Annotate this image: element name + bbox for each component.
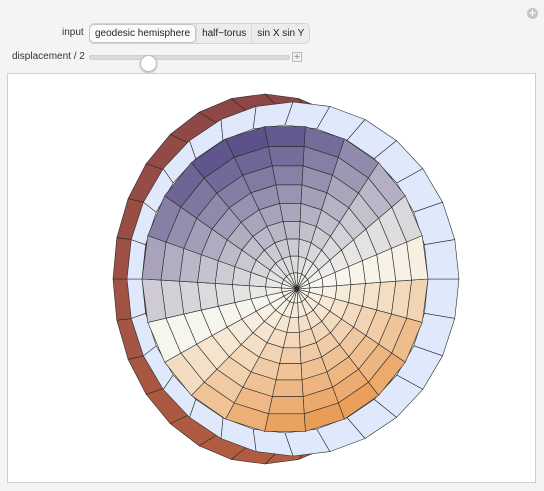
option-geodesic-hemisphere[interactable]: geodesic hemisphere [89, 24, 197, 43]
rim-band-facet [424, 278, 460, 319]
plot-panel [7, 73, 536, 483]
hemisphere-facet [264, 126, 306, 147]
input-setter-bar: geodesic hemisphere half−torus sin X sin… [89, 23, 311, 44]
hemisphere-facet [275, 363, 303, 381]
rim-band-facet [424, 239, 460, 280]
hemisphere-facet [268, 146, 305, 167]
hemisphere-facet [214, 283, 236, 307]
option-sin-x-sin-y[interactable]: sin X sin Y [251, 24, 309, 43]
hemisphere-facet [268, 396, 305, 415]
displacement-control-row: displacement / 2 + [0, 48, 544, 72]
hemisphere-facet [279, 203, 302, 222]
hemisphere-3d-plot[interactable] [8, 74, 535, 482]
slider-thumb[interactable] [139, 55, 157, 72]
displacement-slider[interactable] [89, 55, 290, 72]
plus-square-icon[interactable]: + [292, 52, 302, 62]
input-label: input [62, 27, 84, 38]
hemisphere-facet [232, 284, 252, 303]
hemisphere-facet [271, 379, 304, 397]
hemisphere-facet [271, 165, 304, 186]
input-control-row: input geodesic hemisphere half−torus sin… [0, 23, 544, 44]
hemisphere-facet [275, 184, 303, 204]
plus-circle-icon[interactable]: + [527, 8, 538, 19]
hemisphere-facet [264, 413, 306, 432]
option-half-torus[interactable]: half−torus [196, 24, 251, 43]
displacement-label: displacement / 2 [12, 51, 85, 62]
